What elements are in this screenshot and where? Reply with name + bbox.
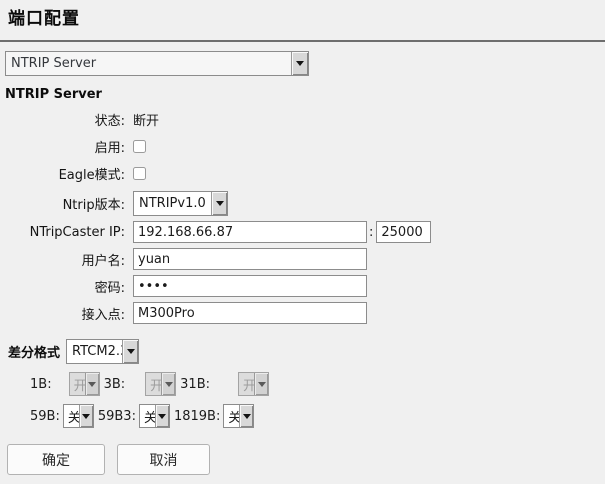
message-toggle-row-2: 59B: 关 59B3: 关 1819B: 关 <box>30 404 605 428</box>
ntrip-version-dropdown-button[interactable] <box>211 192 227 215</box>
toggle-3b-label: 3B: <box>104 377 126 392</box>
enable-checkbox[interactable] <box>133 140 146 153</box>
toggle-1819b-dropdown-button[interactable] <box>239 405 253 427</box>
mountpoint-label: 接入点: <box>0 304 125 323</box>
diff-format-selected-value: RTCM2.3 <box>67 340 122 363</box>
action-button-row: 确定 取消 <box>7 444 605 475</box>
toggle-1819b-value: 关 <box>224 405 239 427</box>
ok-button[interactable]: 确定 <box>7 444 105 475</box>
chevron-down-icon <box>127 349 135 354</box>
enable-row: 启用: <box>0 137 605 156</box>
ntrip-server-form: 状态: 断开 启用: Eagle模式: Ntrip版本: NTRIPv1.0 N… <box>0 110 605 324</box>
toggle-1b-select: 开 <box>69 372 100 396</box>
chevron-down-icon <box>216 201 224 206</box>
diff-format-dropdown-button[interactable] <box>122 340 138 363</box>
chevron-down-icon <box>88 382 96 387</box>
toggle-59b-label: 59B: <box>30 409 60 424</box>
toggle-3b-dropdown-button <box>161 373 175 395</box>
toggle-1b-value: 开 <box>70 373 85 395</box>
toggle-31b-select: 开 <box>238 372 269 396</box>
toggle-31b-value: 开 <box>239 373 254 395</box>
cancel-button[interactable]: 取消 <box>117 444 210 475</box>
section-heading: NTRIP Server <box>5 87 605 102</box>
diff-format-label: 差分格式 <box>8 342 60 361</box>
caster-ip-row: NTripCaster IP: : <box>0 221 605 243</box>
toggle-1b-dropdown-button <box>85 373 99 395</box>
ntrip-version-row: Ntrip版本: NTRIPv1.0 <box>0 191 605 216</box>
toggle-59b-select[interactable]: 关 <box>63 404 94 428</box>
chevron-down-icon <box>165 382 173 387</box>
mountpoint-row: 接入点: <box>0 302 605 324</box>
toggle-31b-label: 31B: <box>180 377 210 392</box>
eagle-mode-row: Eagle模式: <box>0 164 605 183</box>
ip-port-separator: : <box>369 225 373 240</box>
message-toggle-row-1: 1B: 开 3B: 开 31B: 开 <box>30 372 605 396</box>
toggle-59b-dropdown-button[interactable] <box>79 405 93 427</box>
toggle-59b3-select[interactable]: 关 <box>139 404 170 428</box>
ntrip-version-select[interactable]: NTRIPv1.0 <box>133 191 228 216</box>
port-type-select[interactable]: NTRIP Server <box>5 51 309 76</box>
chevron-down-icon <box>243 414 251 419</box>
chevron-down-icon <box>296 61 304 66</box>
toggle-1819b-label: 1819B: <box>174 409 220 424</box>
diff-format-select[interactable]: RTCM2.3 <box>66 339 139 364</box>
toggle-31b-dropdown-button <box>254 373 268 395</box>
toggle-59b3-value: 关 <box>140 405 155 427</box>
caster-ip-label: NTripCaster IP: <box>0 225 125 240</box>
username-input[interactable] <box>133 248 367 270</box>
password-input[interactable] <box>133 275 367 297</box>
password-label: 密码: <box>0 277 125 296</box>
status-value: 断开 <box>133 110 159 129</box>
chevron-down-icon <box>258 382 266 387</box>
username-label: 用户名: <box>0 250 125 269</box>
status-row: 状态: 断开 <box>0 110 605 129</box>
username-row: 用户名: <box>0 248 605 270</box>
chevron-down-icon <box>82 414 90 419</box>
toggle-59b3-label: 59B3: <box>98 409 136 424</box>
title-divider <box>0 40 605 42</box>
toggle-3b-value: 开 <box>146 373 161 395</box>
toggle-1b-label: 1B: <box>30 377 52 392</box>
status-label: 状态: <box>0 110 125 129</box>
toggle-3b-select: 开 <box>145 372 176 396</box>
ntrip-version-label: Ntrip版本: <box>0 194 125 213</box>
caster-ip-input[interactable] <box>133 221 367 243</box>
port-type-dropdown-button[interactable] <box>291 52 308 75</box>
caster-port-input[interactable] <box>376 221 431 243</box>
ntrip-version-selected-value: NTRIPv1.0 <box>134 192 211 215</box>
enable-label: 启用: <box>0 137 125 156</box>
diff-format-row: 差分格式 RTCM2.3 <box>8 339 605 364</box>
eagle-mode-checkbox[interactable] <box>133 167 146 180</box>
chevron-down-icon <box>158 414 166 419</box>
toggle-1819b-select[interactable]: 关 <box>223 404 254 428</box>
mountpoint-input[interactable] <box>133 302 367 324</box>
eagle-mode-label: Eagle模式: <box>0 164 125 183</box>
page-title: 端口配置 <box>8 8 605 30</box>
toggle-59b3-dropdown-button[interactable] <box>155 405 169 427</box>
password-row: 密码: <box>0 275 605 297</box>
toggle-59b-value: 关 <box>64 405 79 427</box>
port-type-selected-value: NTRIP Server <box>6 52 291 75</box>
